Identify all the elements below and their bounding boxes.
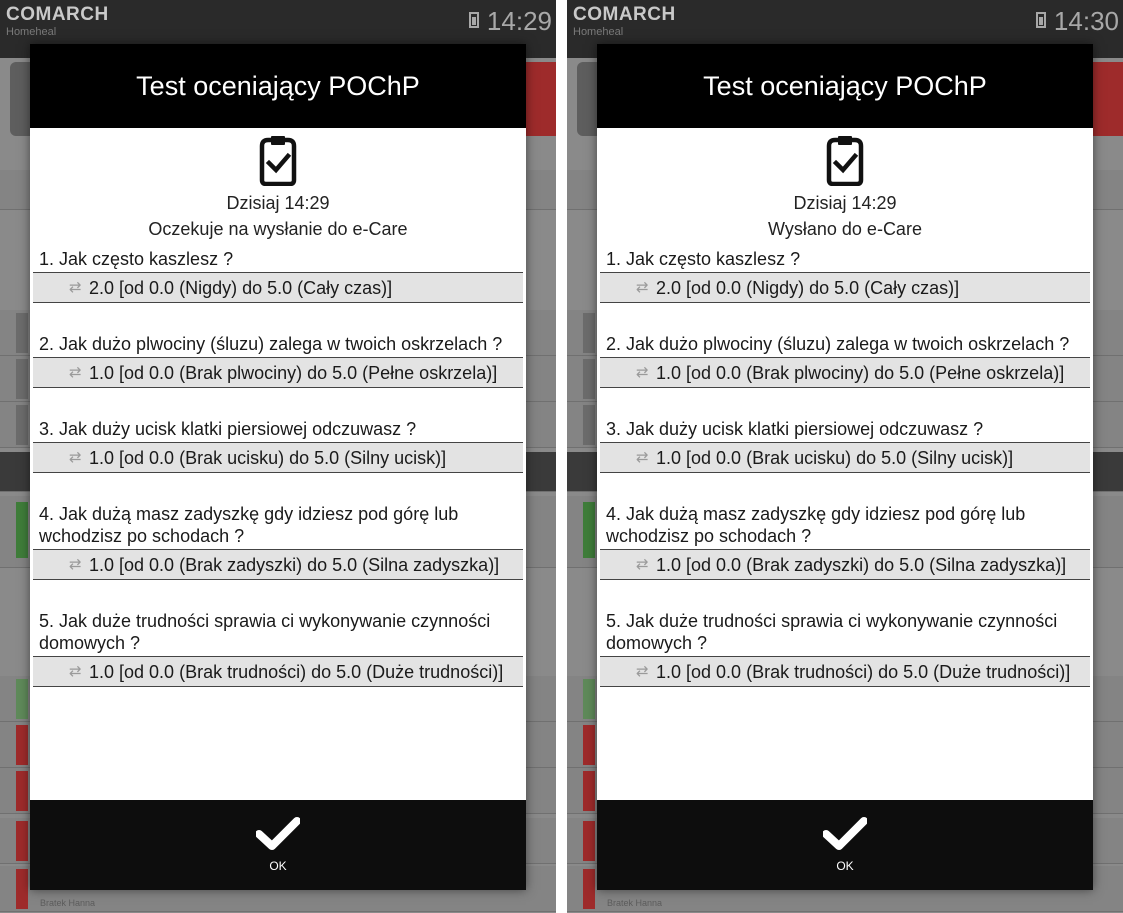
question-item: 2. Jak dużo plwociny (śluzu) zalega w tw… — [600, 333, 1090, 388]
swap-arrows-icon: ⇄ — [69, 364, 82, 381]
brand-subtitle: Homeheal — [6, 26, 57, 38]
answer-value: ⇄ 1.0 [od 0.0 (Brak trudności) do 5.0 (Du… — [33, 657, 523, 687]
question-item: 4. Jak dużą masz zadyszkę gdy idziesz po… — [600, 503, 1090, 580]
question-item: 1. Jak często kaszlesz ? ⇄ 2.0 [od 0.0 (N… — [600, 248, 1090, 303]
dialog-title: Test oceniający POChP — [703, 70, 987, 101]
swap-arrows-icon: ⇄ — [69, 449, 82, 466]
question-item: 5. Jak duże trudności sprawia ci wykonyw… — [600, 610, 1090, 687]
assessment-dialog: Test oceniający POChP Dzisiaj 14:29 Ocze… — [30, 44, 526, 890]
answer-value: ⇄ 1.0 [od 0.0 (Brak trudności) do 5.0 (Du… — [600, 657, 1090, 687]
background-row-sub: Bratek Hanna — [607, 898, 663, 908]
swap-arrows-icon: ⇄ — [636, 364, 649, 381]
question-text: 4. Jak dużą masz zadyszkę gdy idziesz po… — [33, 503, 523, 550]
question-item: 2. Jak dużo plwociny (śluzu) zalega w tw… — [33, 333, 523, 388]
question-item: 3. Jak duży ucisk klatki piersiowej odcz… — [33, 418, 523, 473]
assessment-dialog: Test oceniający POChP Dzisiaj 14:29 Wysł… — [597, 44, 1093, 890]
question-text: 1. Jak często kaszlesz ? — [600, 248, 1090, 273]
status-clock: 14:29 — [468, 6, 552, 37]
dialog-title: Test oceniający POChP — [136, 70, 420, 101]
dialog-header: Test oceniający POChP — [597, 44, 1093, 128]
battery-icon — [468, 12, 479, 28]
question-text: 2. Jak dużo plwociny (śluzu) zalega w tw… — [33, 333, 523, 358]
phone-screen-right: COMARCH Homeheal 14:30 Bratek Hanna Test… — [567, 0, 1123, 913]
status-clock: 14:30 — [1035, 6, 1119, 37]
ok-label: OK — [836, 859, 854, 873]
swap-arrows-icon: ⇄ — [69, 279, 82, 296]
clipboard-check-icon — [259, 136, 297, 186]
dialog-body: Dzisiaj 14:29 Oczekuje na wysłanie do e-… — [30, 128, 526, 800]
answer-value: ⇄ 1.0 [od 0.0 (Brak ucisku) do 5.0 (Silny… — [600, 443, 1090, 473]
ok-button[interactable]: OK — [597, 800, 1093, 890]
dialog-header: Test oceniający POChP — [30, 44, 526, 128]
swap-arrows-icon: ⇄ — [636, 556, 649, 573]
question-item: 4. Jak dużą masz zadyszkę gdy idziesz po… — [33, 503, 523, 580]
entry-status: Oczekuje na wysłanie do e-Care — [148, 219, 408, 239]
question-text: 5. Jak duże trudności sprawia ci wykonyw… — [600, 610, 1090, 657]
entry-date: Dzisiaj 14:29 — [226, 193, 330, 213]
ok-label: OK — [269, 859, 287, 873]
question-text: 3. Jak duży ucisk klatki piersiowej odcz… — [33, 418, 523, 443]
question-text: 5. Jak duże trudności sprawia ci wykonyw… — [33, 610, 523, 657]
question-item: 5. Jak duże trudności sprawia ci wykonyw… — [33, 610, 523, 687]
question-text: 1. Jak często kaszlesz ? — [33, 248, 523, 273]
answer-value: ⇄ 1.0 [od 0.0 (Brak plwociny) do 5.0 (Peł… — [33, 358, 523, 388]
checkmark-icon — [256, 817, 300, 850]
checkmark-icon — [823, 817, 867, 850]
clipboard-check-icon — [826, 136, 864, 186]
swap-arrows-icon: ⇄ — [636, 449, 649, 466]
brand-subtitle: Homeheal — [573, 26, 624, 38]
swap-arrows-icon: ⇄ — [636, 663, 649, 680]
answer-value: ⇄ 1.0 [od 0.0 (Brak zadyszki) do 5.0 (Sil… — [33, 550, 523, 580]
question-text: 2. Jak dużo plwociny (śluzu) zalega w tw… — [600, 333, 1090, 358]
answer-value: ⇄ 2.0 [od 0.0 (Nigdy) do 5.0 (Cały czas)] — [600, 273, 1090, 303]
question-text: 4. Jak dużą masz zadyszkę gdy idziesz po… — [600, 503, 1090, 550]
entry-date: Dzisiaj 14:29 — [793, 193, 897, 213]
swap-arrows-icon: ⇄ — [69, 663, 82, 680]
phone-screen-left: COMARCH Homeheal 14:29 Bratek Hanna Test… — [0, 0, 556, 913]
question-text: 3. Jak duży ucisk klatki piersiowej odcz… — [600, 418, 1090, 443]
answer-value: ⇄ 1.0 [od 0.0 (Brak plwociny) do 5.0 (Peł… — [600, 358, 1090, 388]
answer-value: ⇄ 2.0 [od 0.0 (Nigdy) do 5.0 (Cały czas)] — [33, 273, 523, 303]
question-item: 1. Jak często kaszlesz ? ⇄ 2.0 [od 0.0 (N… — [33, 248, 523, 303]
answer-value: ⇄ 1.0 [od 0.0 (Brak zadyszki) do 5.0 (Sil… — [600, 550, 1090, 580]
brand-logo: COMARCH — [573, 4, 676, 25]
battery-icon — [1035, 12, 1046, 28]
swap-arrows-icon: ⇄ — [636, 279, 649, 296]
entry-status: Wysłano do e-Care — [768, 219, 922, 239]
swap-arrows-icon: ⇄ — [69, 556, 82, 573]
ok-button[interactable]: OK — [30, 800, 526, 890]
dialog-body: Dzisiaj 14:29 Wysłano do e-Care 1. Jak c… — [597, 128, 1093, 800]
question-item: 3. Jak duży ucisk klatki piersiowej odcz… — [600, 418, 1090, 473]
background-row-sub: Bratek Hanna — [40, 898, 96, 908]
brand-logo: COMARCH — [6, 4, 109, 25]
answer-value: ⇄ 1.0 [od 0.0 (Brak ucisku) do 5.0 (Silny… — [33, 443, 523, 473]
